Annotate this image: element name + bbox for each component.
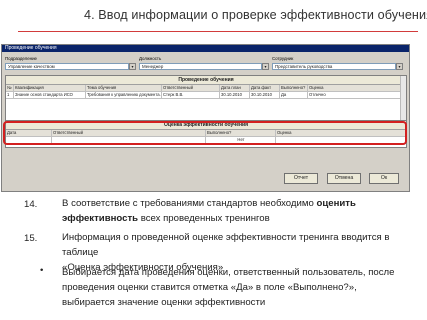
item-number: 15. [24,233,38,244]
training-column-headers: № Квалификация Тема обучения Ответственн… [6,85,406,92]
position-field[interactable]: Менеджер [139,63,262,70]
bullet-text: Выбирается дата проведения оценки, ответ… [62,265,420,310]
cancel-button[interactable]: Отмена [327,173,361,184]
bullet-line1: Выбирается дата проведения оценки, ответ… [62,267,395,278]
employee-label: Сотрудник [272,56,294,61]
evaluation-highlight-box [3,121,407,145]
cell: Отлично [308,92,406,98]
col-grade[interactable]: Оценка [308,85,406,91]
col-topic[interactable]: Тема обучения [86,85,162,91]
cell: Знание основ стандарта ИСО [14,92,86,98]
item-15-line1: Информация о проведенной оценке эффектив… [62,232,390,258]
cell: Да [280,92,308,98]
col-done[interactable]: Выполнено? [280,85,308,91]
cell: 1 [6,92,14,98]
dept-field[interactable]: Управление качеством [5,63,129,70]
slide-title: 4. Ввод информации о проверке эффективно… [84,8,427,22]
cell: Стерк В.В. [162,92,220,98]
col-num[interactable]: № [6,85,14,91]
item-14-text: В соответствие с требованиями стандартов… [62,196,420,226]
cell: 30.10.2010 [250,92,280,98]
col-responsible[interactable]: Ответственный [162,85,220,91]
training-window: Проведение обучения Подразделение Управл… [1,44,410,192]
col-qualification[interactable]: Квалификация [14,85,86,91]
dept-dropdown-icon[interactable]: ▾ [129,63,136,70]
item-14-pre: В соответствие с требованиями стандартов… [62,198,317,209]
dept-label: Подразделение [5,56,37,61]
training-header: Проведение обучения [6,76,406,85]
title-underline [18,31,418,32]
position-dropdown-icon[interactable]: ▾ [262,63,269,70]
report-button[interactable]: Отчет [284,173,318,184]
col-date-plan[interactable]: Дата план [220,85,250,91]
bullet-symbol: • [40,265,44,276]
col-date-fact[interactable]: Дата факт [250,85,280,91]
cell: 30.10.2010 [220,92,250,98]
item-14-post: всех проведенных тренингов [138,213,270,224]
item-14-bold2: эффективность [62,213,139,224]
employee-field[interactable]: Представитель руководства [272,63,396,70]
window-title: Проведение обучения [2,45,409,52]
cell: Требования к управлению документа... [87,92,162,98]
table-row[interactable]: 1 Знание основ стандарта ИСО Требования … [6,92,406,99]
ok-button[interactable]: Ок [369,173,399,184]
position-label: Должность [139,56,162,61]
bullet-line3: выбирается значение оценки эффективности [62,297,266,308]
item-14-bold1: оценить [316,198,356,209]
item-number: 14. [24,199,38,210]
employee-dropdown-icon[interactable]: ▾ [396,63,403,70]
bullet-line2: проведения оценки ставится отметка «Да» … [62,282,357,293]
